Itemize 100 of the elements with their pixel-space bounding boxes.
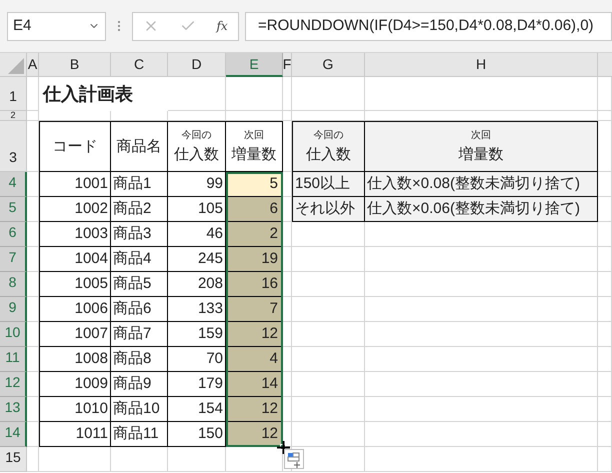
empty-cell[interactable]: [283, 222, 292, 247]
column-header[interactable]: G: [292, 53, 365, 77]
table-cell: 154: [168, 397, 226, 422]
empty-cell[interactable]: [365, 322, 598, 347]
empty-cell[interactable]: [598, 222, 612, 247]
column-header[interactable]: D: [168, 53, 226, 77]
empty-cell[interactable]: [365, 347, 598, 372]
empty-cell[interactable]: [283, 372, 292, 397]
row-header[interactable]: 13: [0, 397, 27, 422]
table-cell: 46: [168, 222, 226, 247]
table-cell: 1006: [39, 297, 111, 322]
empty-cell[interactable]: [283, 347, 292, 372]
empty-cell[interactable]: [365, 247, 598, 272]
header-cell: コード: [39, 121, 111, 172]
column-header[interactable]: E: [226, 53, 283, 77]
empty-cell[interactable]: [598, 322, 612, 347]
empty-cell[interactable]: [598, 247, 612, 272]
empty-cell[interactable]: [292, 347, 365, 372]
row-header[interactable]: 5: [0, 197, 27, 222]
table-cell[interactable]: 19: [226, 247, 283, 272]
table-cell: 1007: [39, 322, 111, 347]
empty-cell[interactable]: [292, 372, 365, 397]
empty-cell[interactable]: [598, 372, 612, 397]
empty-cell[interactable]: [283, 272, 292, 297]
sheet-title: 仕入計画表: [42, 82, 134, 106]
empty-cell[interactable]: [292, 272, 365, 297]
row-header[interactable]: 9: [0, 297, 27, 322]
empty-cell[interactable]: [598, 111, 612, 121]
column-header[interactable]: A: [27, 53, 39, 77]
empty-cell[interactable]: [598, 447, 612, 472]
empty-cell[interactable]: [598, 297, 612, 322]
row-header[interactable]: 1: [0, 77, 27, 111]
table-cell: 1010: [39, 397, 111, 422]
table-cell[interactable]: 6: [226, 197, 283, 222]
triangle-icon: [8, 58, 24, 74]
header-cell: 今回の 仕入数: [292, 121, 365, 172]
plus-cursor-icon: [277, 441, 290, 454]
row-header[interactable]: 12: [0, 372, 27, 397]
empty-cell[interactable]: [292, 397, 365, 422]
empty-cell[interactable]: [226, 447, 283, 472]
quick-analysis-popup[interactable]: [284, 449, 304, 469]
empty-cell[interactable]: [598, 422, 612, 447]
table-cell[interactable]: 16: [226, 272, 283, 297]
empty-cell[interactable]: [292, 297, 365, 322]
table-cell[interactable]: 7: [226, 297, 283, 322]
column-header[interactable]: B: [39, 53, 111, 77]
empty-cell[interactable]: [283, 297, 292, 322]
row-header[interactable]: 15: [0, 447, 27, 472]
empty-cell[interactable]: [283, 397, 292, 422]
column-header[interactable]: C: [111, 53, 168, 77]
row-header[interactable]: 10: [0, 322, 27, 347]
table-cell: 1001: [39, 172, 111, 197]
table-cell: 仕入数×0.06(整数未満切り捨て): [365, 197, 598, 222]
table-cell[interactable]: 12: [226, 397, 283, 422]
formula-input[interactable]: =ROUNDDOWN(IF(D4>=150,D4*0.08,D4*0.06),0): [245, 12, 612, 40]
empty-cell[interactable]: [598, 272, 612, 297]
table-cell: 商品11: [111, 422, 168, 447]
header-cell: 次回 増量数: [365, 121, 598, 172]
row-header[interactable]: 11: [0, 347, 27, 372]
table-cell[interactable]: 4: [226, 347, 283, 372]
header-cell: 商品名: [111, 121, 168, 172]
table-cell[interactable]: 12: [226, 322, 283, 347]
row-header[interactable]: 8: [0, 272, 27, 297]
empty-cell[interactable]: [292, 422, 365, 447]
table-cell: 商品10: [111, 397, 168, 422]
insert-function-button[interactable]: fx: [216, 17, 228, 35]
row-header[interactable]: 7: [0, 247, 27, 272]
empty-cell[interactable]: [292, 322, 365, 347]
table-cell: 208: [168, 272, 226, 297]
table-cell: 1002: [39, 197, 111, 222]
table-cell: 133: [168, 297, 226, 322]
empty-cell[interactable]: [598, 397, 612, 422]
table-cell: 商品4: [111, 247, 168, 272]
empty-cell[interactable]: [365, 297, 598, 322]
table-cell[interactable]: 2: [226, 222, 283, 247]
column-header[interactable]: H: [365, 53, 598, 77]
row-header[interactable]: 6: [0, 222, 27, 247]
table-cell[interactable]: 14: [226, 372, 283, 397]
row-header[interactable]: 14: [0, 422, 27, 447]
column-header[interactable]: F: [283, 53, 292, 77]
table-cell: 105: [168, 197, 226, 222]
row-header[interactable]: 4: [0, 172, 27, 197]
empty-cell[interactable]: [292, 247, 365, 272]
select-all-corner[interactable]: [0, 53, 27, 77]
empty-cell[interactable]: [598, 347, 612, 372]
empty-cell[interactable]: [365, 447, 598, 472]
table-cell: 商品6: [111, 297, 168, 322]
name-box[interactable]: E4: [7, 12, 106, 40]
row-header[interactable]: 3: [0, 121, 27, 172]
column-header[interactable]: [598, 53, 612, 77]
empty-cell[interactable]: [283, 322, 292, 347]
table-cell: 商品7: [111, 322, 168, 347]
empty-cell[interactable]: [365, 422, 598, 447]
empty-cell[interactable]: [365, 272, 598, 297]
table-cell: 99: [168, 172, 226, 197]
row-header[interactable]: 2: [0, 111, 27, 121]
empty-cell[interactable]: [365, 372, 598, 397]
empty-cell[interactable]: [283, 247, 292, 272]
empty-cell[interactable]: [283, 111, 292, 121]
empty-cell[interactable]: [365, 397, 598, 422]
